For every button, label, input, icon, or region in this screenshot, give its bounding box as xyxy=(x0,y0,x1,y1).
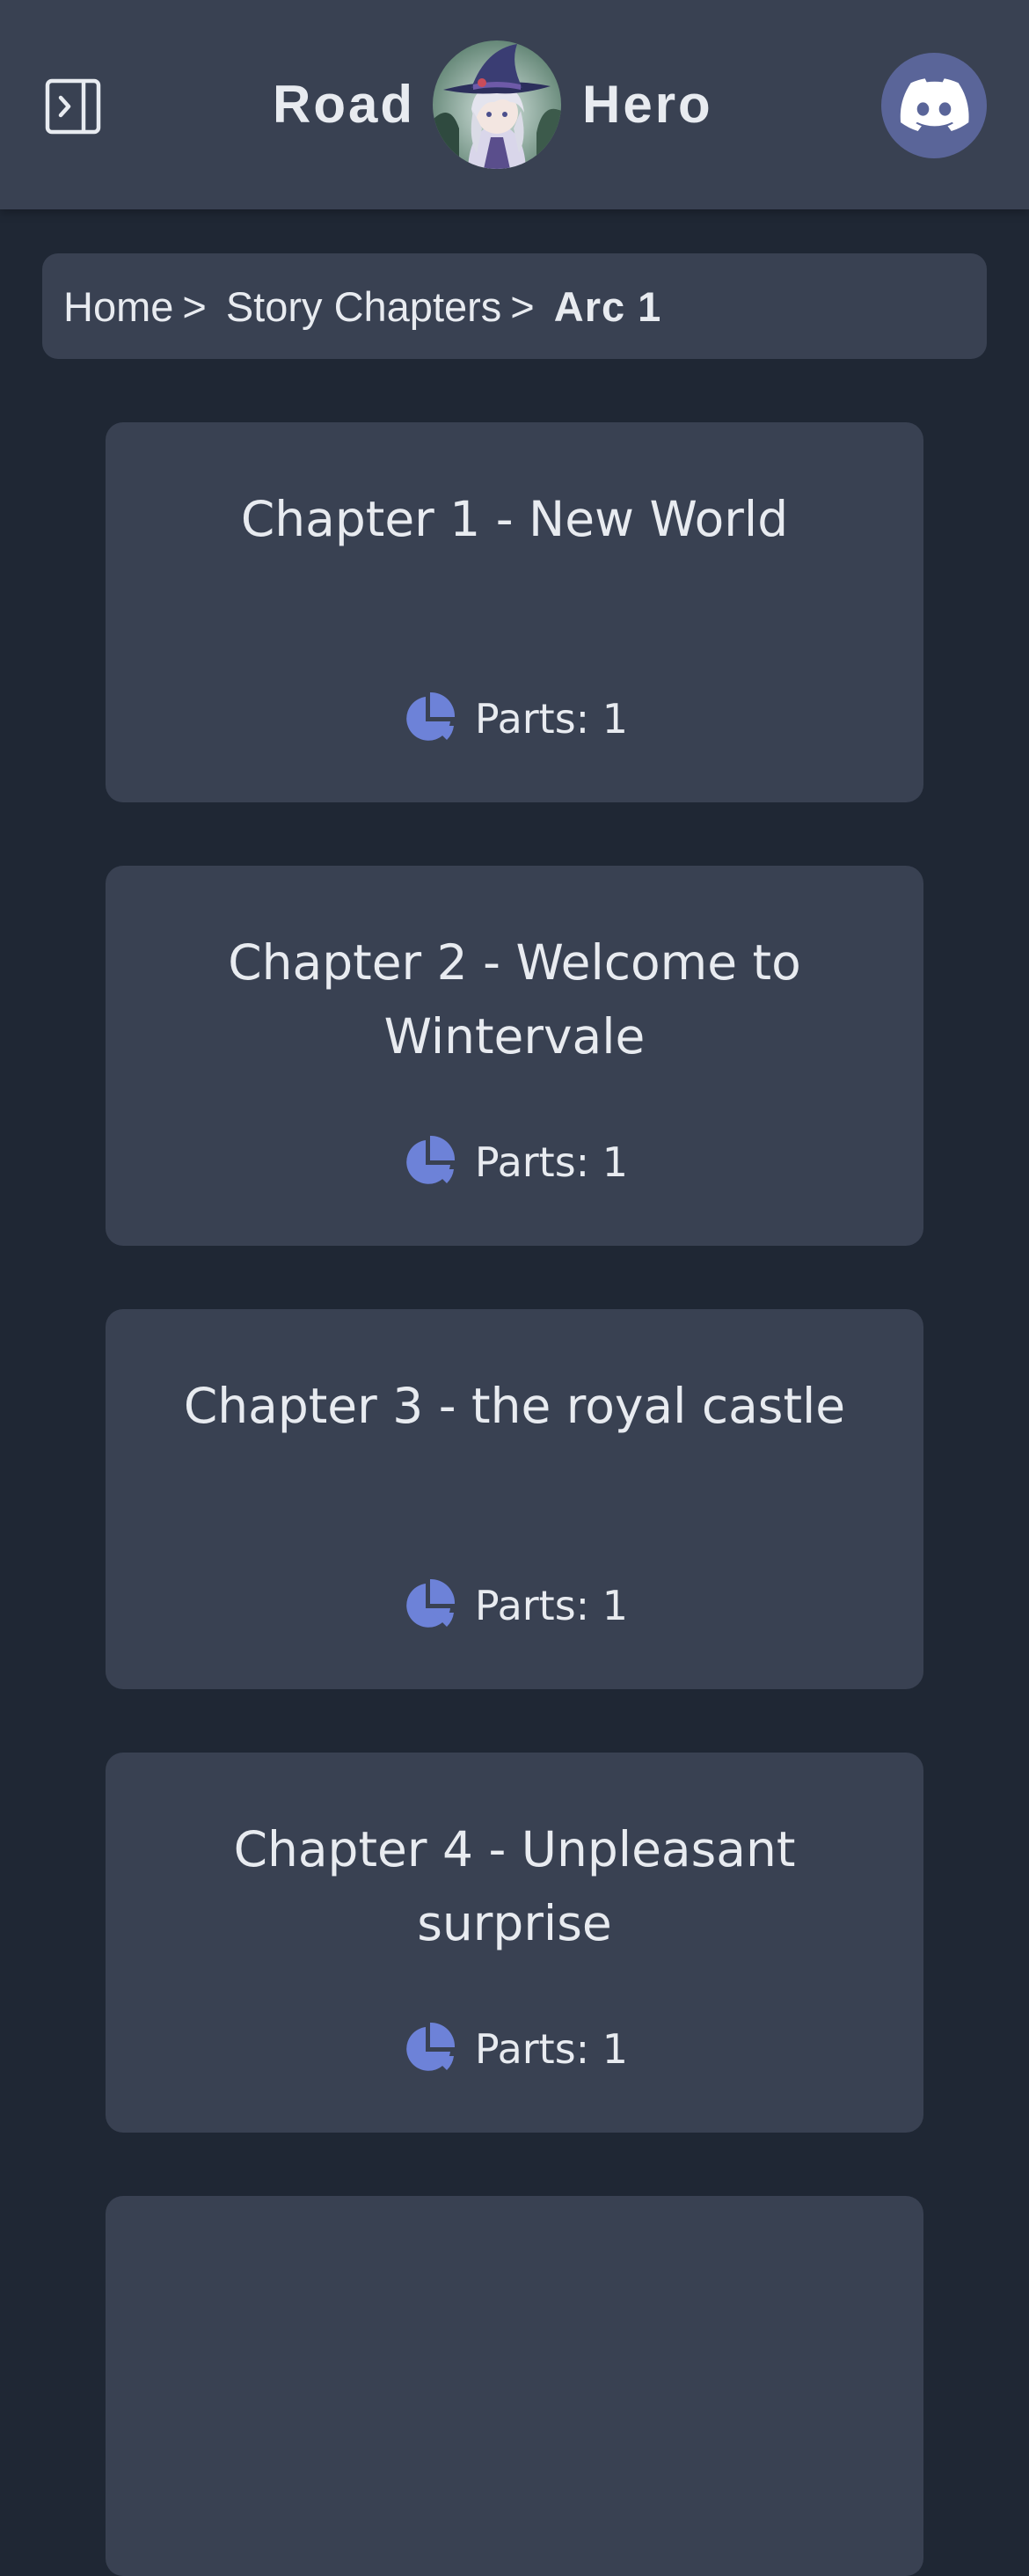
breadcrumb-separator: > xyxy=(510,282,535,330)
discord-icon xyxy=(900,78,969,131)
breadcrumb-current-arc: Arc 1 xyxy=(553,282,662,330)
site-logo-avatar xyxy=(433,40,561,169)
site-title-road: Road xyxy=(273,75,415,134)
chapter-parts: Parts: 1 xyxy=(106,1135,923,1189)
breadcrumb-separator: > xyxy=(182,282,207,330)
chapter-title: Chapter 4 - Unpleasant surprise xyxy=(233,1821,796,1951)
parts-count: Parts: 1 xyxy=(474,2025,629,2073)
chapter-card[interactable]: Chapter 4 - Unpleasant surprise Parts: 1 xyxy=(106,1753,923,2133)
chapter-title: Chapter 3 - the royal castle xyxy=(183,1378,846,1434)
chapter-card[interactable]: Chapter 2 - Welcome to Wintervale Parts:… xyxy=(106,866,923,1246)
app-header: Road Hero xyxy=(0,0,1029,209)
pie-chart-icon xyxy=(406,1578,455,1628)
breadcrumb-home[interactable]: Home xyxy=(63,282,173,331)
chapter-title: Chapter 2 - Welcome to Wintervale xyxy=(228,934,801,1065)
site-title[interactable]: Road Hero xyxy=(0,37,1029,172)
chapter-parts: Parts: 1 xyxy=(106,2022,923,2076)
chapter-title: Chapter 1 - New World xyxy=(240,491,789,547)
parts-count: Parts: 1 xyxy=(474,695,629,743)
parts-count: Parts: 1 xyxy=(474,1582,629,1629)
pie-chart-icon xyxy=(406,2022,455,2071)
parts-count: Parts: 1 xyxy=(474,1138,629,1186)
site-title-hero: Hero xyxy=(582,75,713,134)
chapter-card[interactable] xyxy=(106,2196,923,2576)
chapter-parts: Parts: 1 xyxy=(106,1578,923,1633)
pie-chart-icon xyxy=(406,692,455,741)
chapter-card[interactable]: Chapter 3 - the royal castle Parts: 1 xyxy=(106,1309,923,1689)
breadcrumb: Home > Story Chapters > Arc 1 xyxy=(42,253,987,359)
pie-chart-icon xyxy=(406,1135,455,1184)
witch-avatar-image xyxy=(433,40,561,169)
chapter-card[interactable]: Chapter 1 - New World Parts: 1 xyxy=(106,422,923,802)
chapter-parts: Parts: 1 xyxy=(106,692,923,746)
breadcrumb-story-chapters[interactable]: Story Chapters xyxy=(226,282,501,331)
discord-button[interactable] xyxy=(881,53,987,158)
